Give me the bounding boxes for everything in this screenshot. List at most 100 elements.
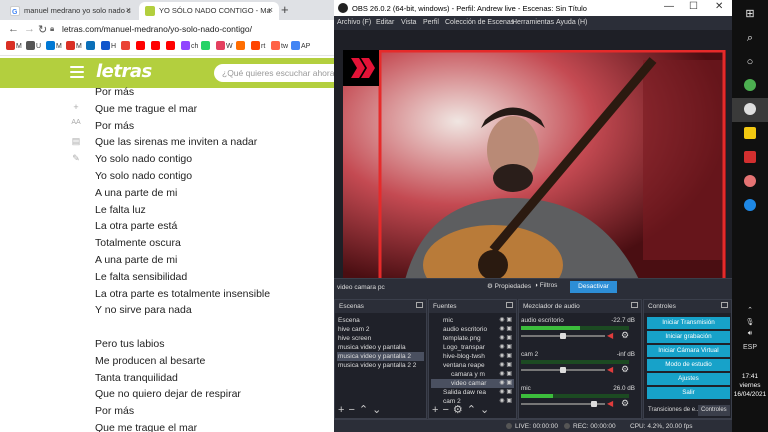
source-item[interactable]: mic ◉ ▣ (431, 316, 514, 325)
slider-handle[interactable] (560, 333, 566, 339)
source-item[interactable]: video camar ◉ ▣ (431, 379, 514, 388)
bookmark-item[interactable] (86, 41, 96, 50)
deactivate-button[interactable]: Desactivar (570, 281, 617, 293)
tab-transitions[interactable]: Transiciones de e... (645, 405, 704, 416)
bookmark-item[interactable]: H (101, 41, 116, 50)
browser-icon[interactable] (732, 194, 768, 218)
control-button[interactable]: Iniciar Cámara Virtual (647, 345, 730, 357)
gear-icon[interactable]: ⚙ (621, 364, 629, 375)
gear-icon[interactable]: ⚙ (621, 330, 629, 341)
bookmark-item[interactable]: M (46, 41, 62, 50)
visibility-eye-icon[interactable]: ◉ ▣ (499, 352, 512, 361)
source-item[interactable]: Salida daw rea ◉ ▣ (431, 388, 514, 397)
sticky-notes-icon[interactable] (732, 122, 768, 146)
bookmark-item[interactable]: M (66, 41, 82, 50)
clock[interactable]: 17:41 viernes 16/04/2021 (732, 372, 768, 399)
forward-arrow-icon[interactable]: → (24, 23, 35, 35)
font-size-icon[interactable]: AA (70, 119, 82, 126)
mic-icon[interactable]: 🎙︎ (732, 318, 768, 326)
add-icon[interactable]: + (338, 404, 348, 416)
bookmark-item[interactable] (151, 41, 161, 50)
lock-icon[interactable]: 🔒︎ (50, 24, 54, 34)
control-button[interactable]: Ajustes (647, 373, 730, 385)
visibility-eye-icon[interactable]: ◉ ▣ (499, 361, 512, 370)
visibility-eye-icon[interactable]: ◉ ▣ (499, 397, 512, 406)
new-tab-button[interactable]: + (281, 2, 289, 17)
undock-icon[interactable] (506, 302, 513, 308)
visibility-eye-icon[interactable]: ◉ ▣ (499, 316, 512, 325)
control-button[interactable]: Iniciar grabación (647, 331, 730, 343)
bookmark-item[interactable] (201, 41, 211, 50)
control-button[interactable]: Iniciar Transmisión (647, 317, 730, 329)
bookmark-item[interactable] (236, 41, 246, 50)
filters-button[interactable]: ◑ Filtros (534, 282, 557, 289)
bookmark-item[interactable]: rt (251, 41, 265, 50)
visibility-eye-icon[interactable]: ◉ ▣ (499, 379, 512, 388)
menu-item[interactable]: Vista (401, 19, 416, 26)
search-icon[interactable]: ⌕ (732, 26, 768, 50)
paint-icon[interactable] (732, 170, 768, 194)
slider-handle[interactable] (560, 367, 566, 373)
pencil-icon[interactable]: ✎ (70, 153, 82, 164)
move-up-icon[interactable]: ⌃ (359, 404, 372, 416)
task-view-icon[interactable]: ○ (732, 50, 768, 74)
close-tab-icon[interactable]: × (126, 5, 131, 15)
obs-app-icon[interactable] (732, 98, 768, 122)
add-icon[interactable]: + (432, 404, 442, 416)
scene-item[interactable]: Escena (337, 316, 424, 325)
plus-icon[interactable]: + (70, 102, 82, 112)
visibility-eye-icon[interactable]: ◉ ▣ (499, 370, 512, 379)
obs-preview-area[interactable] (334, 30, 732, 288)
close-tab-icon[interactable]: × (268, 5, 273, 15)
control-button[interactable]: Modo de estudio (647, 359, 730, 371)
close-window-icon[interactable]: ✕ (715, 1, 723, 12)
chevron-up-icon[interactable]: ⌃ (732, 306, 768, 314)
scene-item[interactable]: musica video y pantalla (337, 343, 424, 352)
app-red-icon[interactable] (732, 146, 768, 170)
volume-slider[interactable] (521, 333, 605, 339)
menu-item[interactable]: Archivo (F) (337, 19, 371, 26)
gear-icon[interactable]: ⚙ (621, 398, 629, 409)
visibility-eye-icon[interactable]: ◉ ▣ (499, 343, 512, 352)
bookmark-item[interactable]: M (6, 41, 22, 50)
menu-item[interactable]: Editar (376, 19, 394, 26)
bookmark-item[interactable] (121, 41, 131, 50)
slider-handle[interactable] (591, 401, 598, 407)
bookmark-item[interactable]: AP (291, 41, 310, 50)
source-item[interactable]: Logo_transpar ◉ ▣ (431, 343, 514, 352)
scene-item[interactable]: musica video y pantalla 2 2 (337, 361, 424, 370)
hamburger-menu-icon[interactable] (70, 66, 84, 78)
back-arrow-icon[interactable]: ← (8, 23, 19, 35)
bookmark-item[interactable] (136, 41, 146, 50)
menu-item[interactable]: Ayuda (H) (556, 19, 587, 26)
visibility-eye-icon[interactable]: ◉ ▣ (499, 334, 512, 343)
site-logo[interactable]: letras (96, 61, 152, 82)
windows-start-icon[interactable]: ⊞ (732, 2, 768, 26)
speaker-icon[interactable]: ◀ (607, 331, 613, 340)
source-item[interactable]: ventana reape ◉ ▣ (431, 361, 514, 370)
browser-tab-google[interactable]: G manuel medrano yo solo nado c × (4, 2, 137, 20)
remove-icon[interactable]: − (442, 404, 452, 416)
bookmark-item[interactable]: tw (271, 41, 288, 50)
maximize-icon[interactable]: ☐ (689, 1, 698, 12)
undock-icon[interactable] (416, 302, 423, 308)
reload-icon[interactable]: ↻ (38, 23, 47, 36)
volume-icon[interactable]: 🔊︎ (732, 330, 768, 338)
undock-icon[interactable] (721, 302, 728, 308)
control-button[interactable]: Salir (647, 387, 730, 399)
scene-item[interactable]: musica video y pantalla 2 (337, 352, 424, 361)
gear-icon[interactable]: ⚙ (453, 404, 467, 416)
visibility-eye-icon[interactable]: ◉ ▣ (499, 325, 512, 334)
bookmark-item[interactable]: U (26, 41, 41, 50)
tab-controls[interactable]: Controles (698, 405, 730, 416)
visibility-eye-icon[interactable]: ◉ ▣ (499, 388, 512, 397)
source-item[interactable]: template.png ◉ ▣ (431, 334, 514, 343)
menu-item[interactable]: Colección de Escenas (445, 19, 514, 26)
bookmark-item[interactable]: W (216, 41, 233, 50)
print-icon[interactable]: ▤ (70, 136, 82, 147)
volume-slider[interactable] (521, 401, 605, 407)
browser-tab-letras[interactable]: YO SÓLO NADO CONTIGO - Ma × (139, 2, 279, 20)
source-item[interactable]: audio escritorio ◉ ▣ (431, 325, 514, 334)
source-item[interactable]: camara y m ◉ ▣ (431, 370, 514, 379)
minimize-icon[interactable]: — (664, 1, 674, 12)
